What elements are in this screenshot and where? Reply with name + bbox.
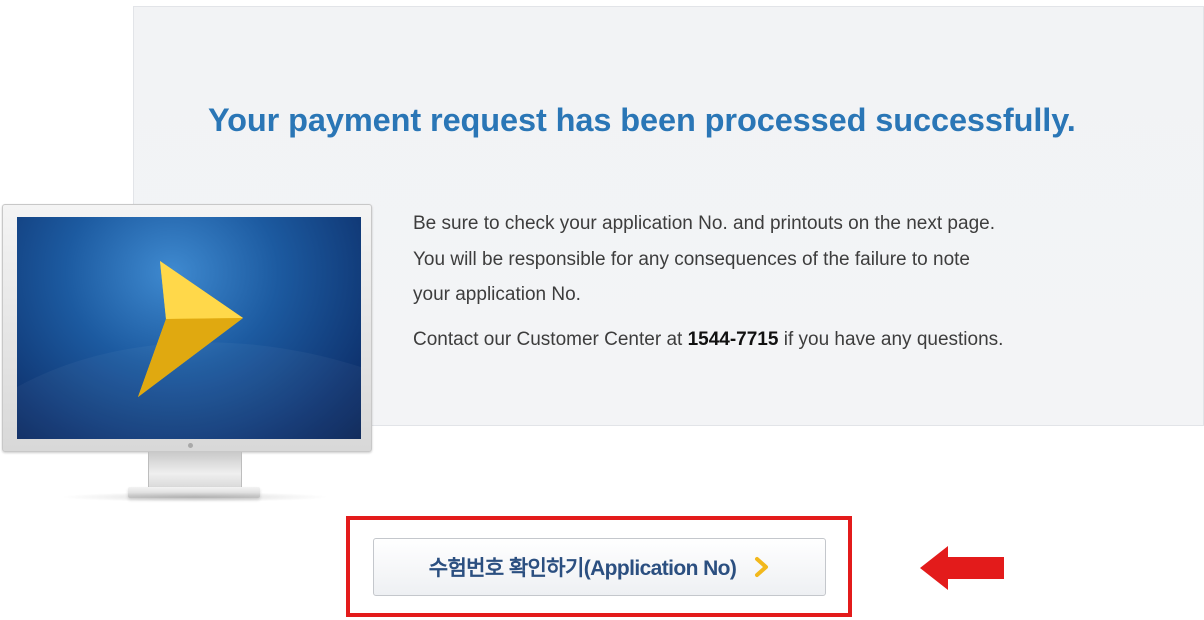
instruction-line-3: your application No. — [413, 284, 581, 305]
monitor-screen — [17, 217, 361, 439]
monitor-shadow — [60, 492, 330, 502]
monitor-stand — [148, 452, 242, 488]
power-led — [188, 443, 193, 448]
instructions-text: Be sure to check your application No. an… — [413, 206, 1173, 357]
contact-suffix: if you have any questions. — [778, 328, 1004, 350]
contact-line: Contact our Customer Center at 1544-7715… — [413, 322, 1173, 358]
application-no-button-label: 수험번호 확인하기(Application No) — [428, 557, 737, 580]
contact-prefix: Contact our Customer Center at — [413, 328, 688, 350]
monitor-illustration — [0, 200, 380, 505]
play-chevron-icon — [17, 261, 361, 439]
instruction-line-1: Be sure to check your application No. an… — [413, 213, 995, 234]
instruction-line-2: You will be responsible for any conseque… — [413, 248, 970, 270]
application-no-button[interactable]: 수험번호 확인하기(Application No) — [373, 538, 826, 596]
chevron-right-icon — [755, 557, 769, 577]
success-headline: Your payment request has been processed … — [208, 102, 1076, 138]
red-left-arrow — [920, 546, 1004, 590]
monitor-bezel — [2, 204, 372, 452]
customer-center-phone: 1544-7715 — [687, 328, 779, 350]
